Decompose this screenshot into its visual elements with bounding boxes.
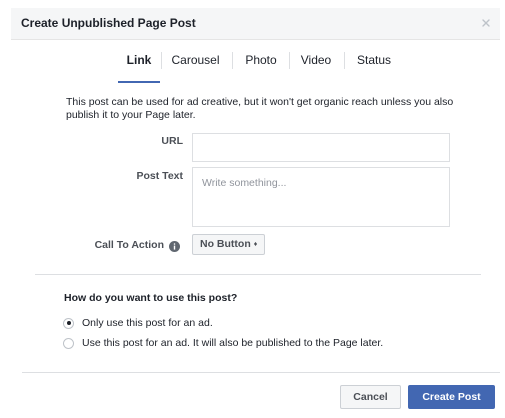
tab-photo[interactable]: Photo [236, 40, 286, 83]
usage-option-ad-only[interactable]: Only use this post for an ad. [63, 316, 213, 330]
info-icon[interactable] [169, 239, 180, 252]
ad-creative-notice: This post can be used for ad creative, b… [66, 96, 454, 121]
url-label: URL [161, 135, 183, 147]
tab-status[interactable]: Status [348, 40, 400, 83]
tab-link[interactable]: Link [118, 40, 160, 83]
tab-divider [344, 52, 345, 69]
tab-divider [232, 52, 233, 69]
dialog-title: Create Unpublished Page Post [21, 16, 196, 30]
tab-video[interactable]: Video [293, 40, 339, 83]
usage-option-ad-and-publish[interactable]: Use this post for an ad. It will also be… [63, 336, 383, 350]
select-caret-icon: ♦ [253, 241, 258, 248]
dialog-header: Create Unpublished Page Post [11, 8, 500, 40]
usage-option-label: Only use this post for an ad. [82, 317, 213, 329]
post-text-label: Post Text [136, 170, 183, 182]
call-to-action-select[interactable]: No Button ♦ [192, 234, 266, 255]
close-icon[interactable] [480, 17, 492, 29]
tab-divider [289, 52, 290, 69]
call-to-action-label: Call To Action [94, 239, 164, 251]
usage-question: How do you want to use this post? [64, 292, 238, 304]
radio-button-unselected[interactable] [63, 337, 74, 349]
tab-divider [161, 52, 162, 69]
url-input[interactable] [192, 133, 450, 162]
usage-option-label: Use this post for an ad. It will also be… [82, 337, 384, 349]
footer-divider [22, 372, 500, 373]
post-type-tabs: Link Carousel Photo Video Status [11, 40, 500, 83]
radio-button-selected[interactable] [63, 317, 74, 329]
tab-carousel[interactable]: Carousel [163, 40, 228, 83]
section-divider [35, 274, 481, 275]
cancel-button[interactable]: Cancel [340, 385, 401, 409]
post-text-input[interactable] [192, 167, 450, 227]
call-to-action-value: No Button [200, 238, 251, 250]
create-post-button[interactable]: Create Post [408, 385, 495, 409]
create-post-dialog: Create Unpublished Page Post Link Carous… [11, 0, 500, 418]
